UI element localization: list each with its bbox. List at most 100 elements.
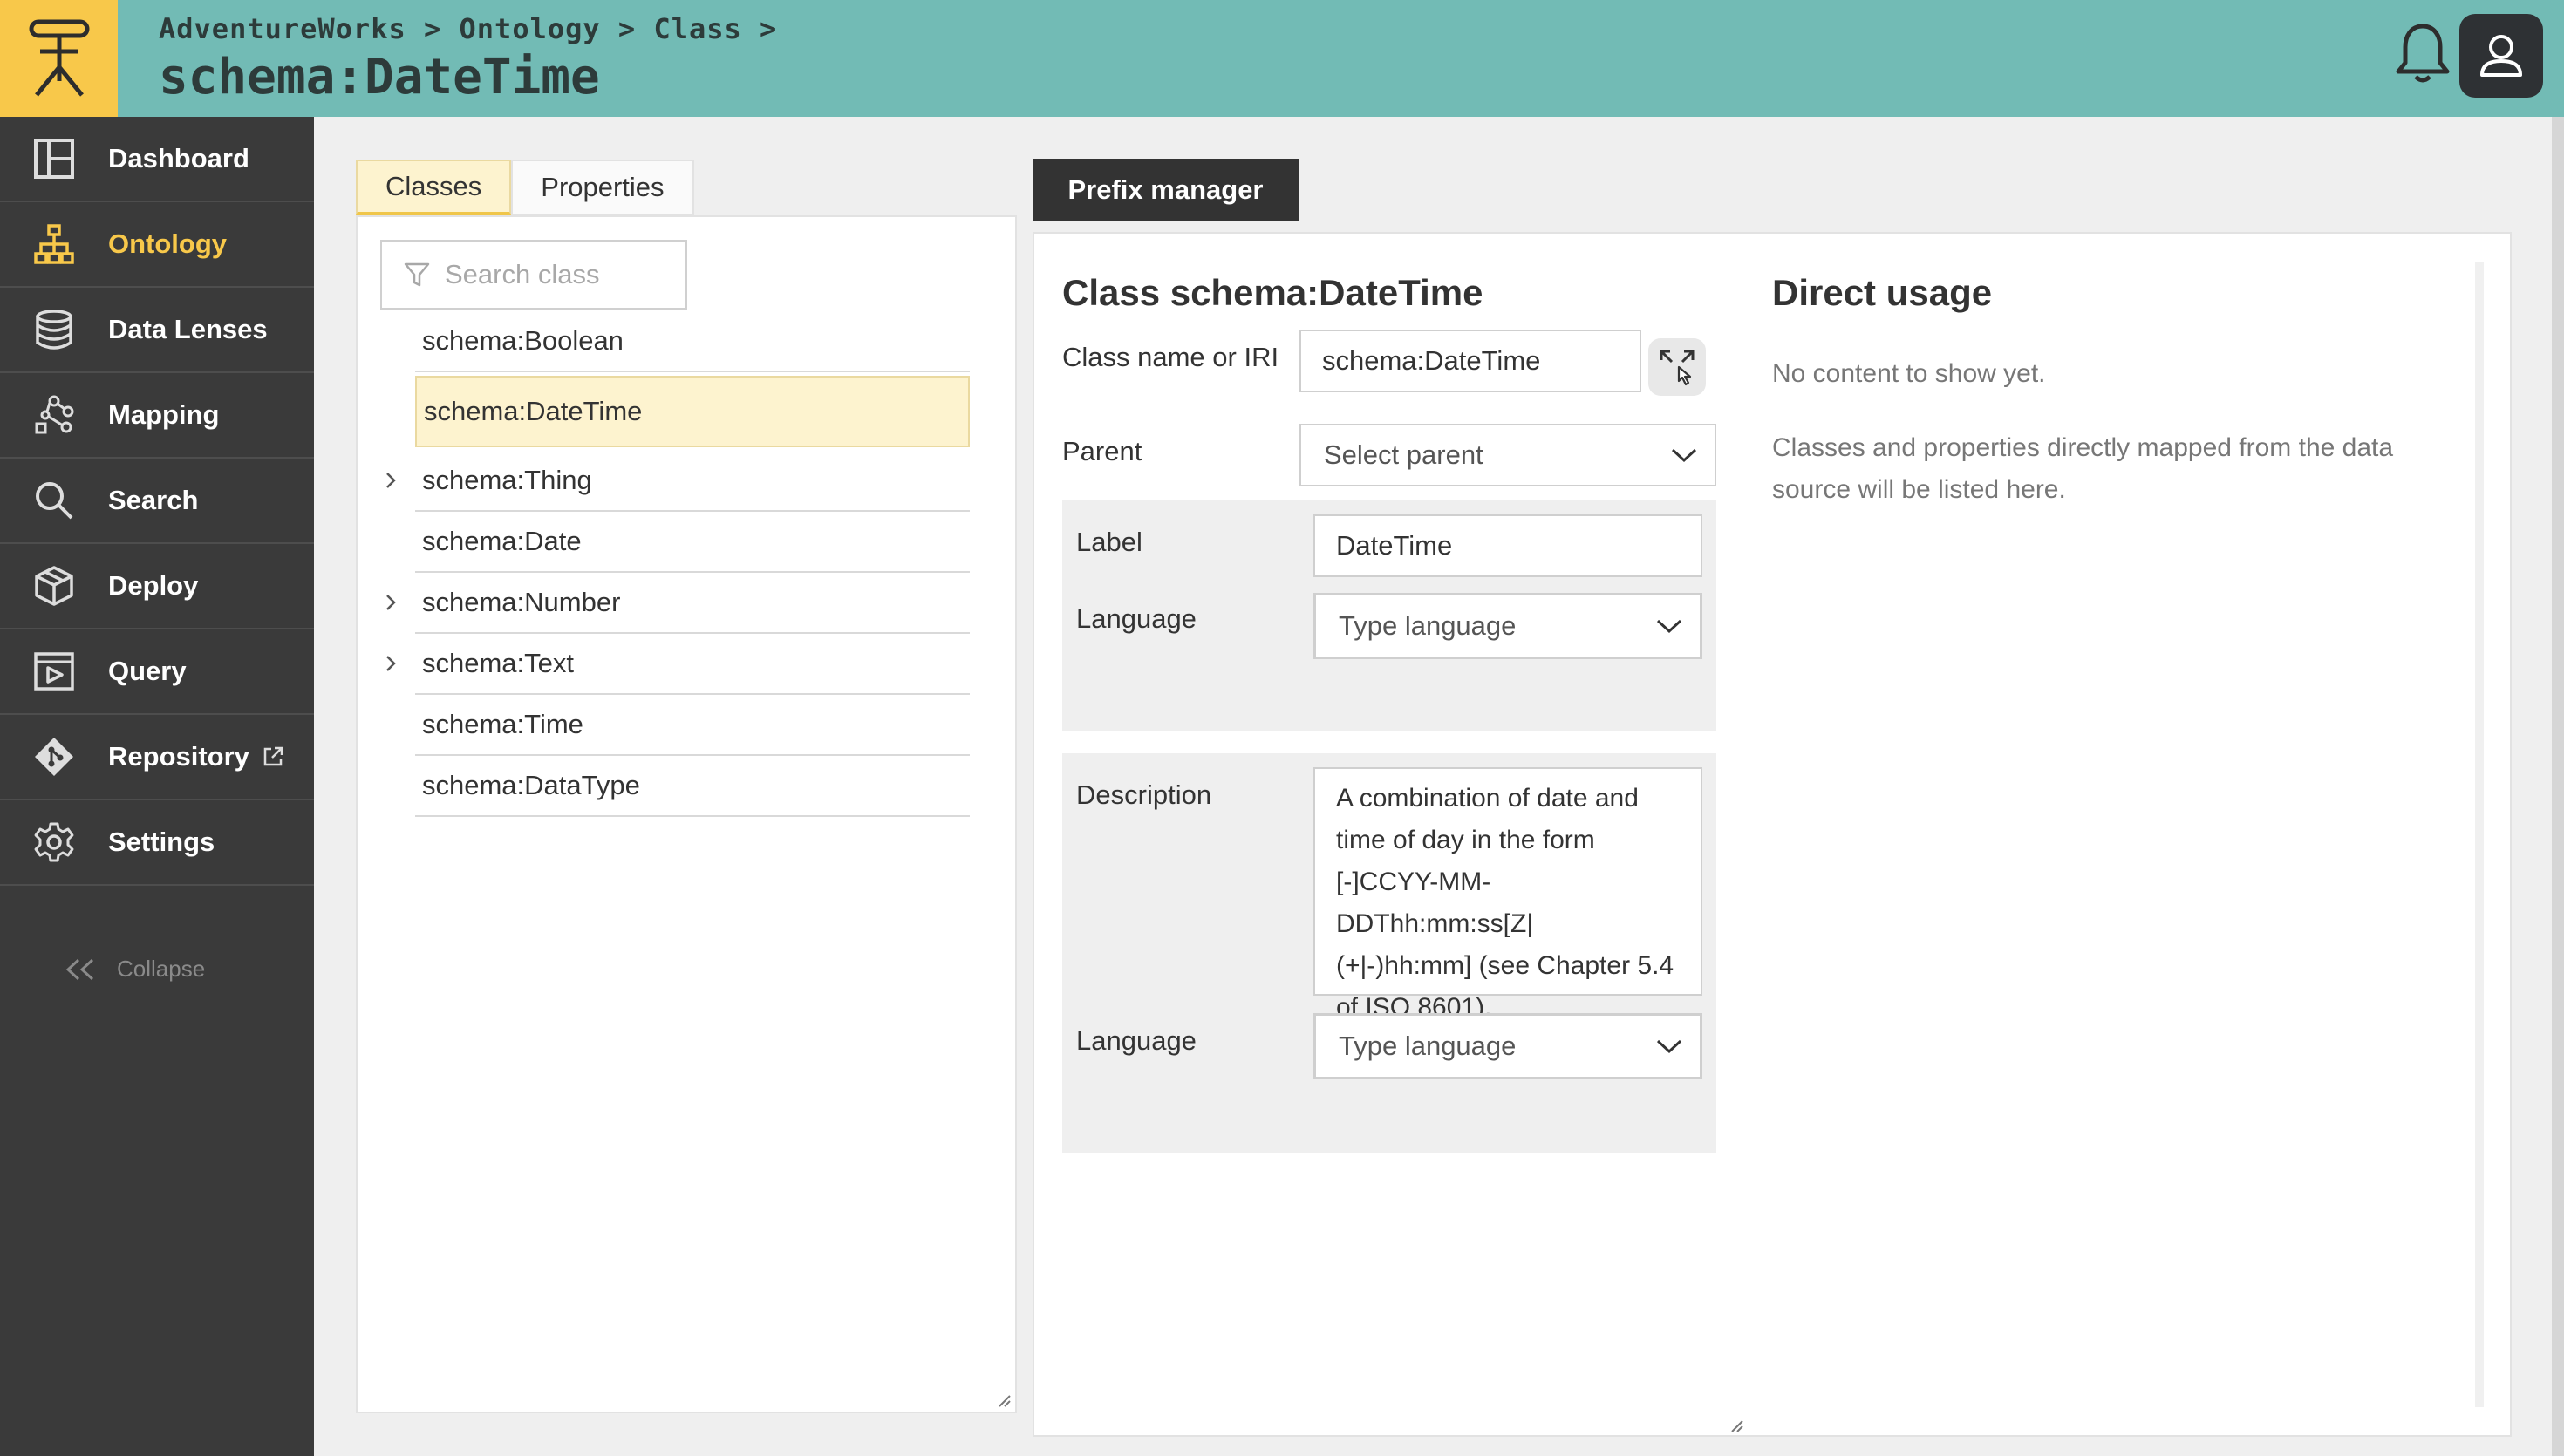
chevrons-left-icon bbox=[65, 958, 94, 980]
sidebar-item-label: Mapping bbox=[108, 399, 220, 430]
tab-properties[interactable]: Properties bbox=[511, 160, 694, 215]
chevron-right-icon[interactable] bbox=[380, 470, 401, 491]
description-language-label: Language bbox=[1076, 1025, 1197, 1056]
external-link-icon bbox=[263, 746, 283, 766]
search-class-input[interactable] bbox=[445, 259, 680, 290]
description-label: Description bbox=[1076, 779, 1212, 810]
sidebar-item-label: Deploy bbox=[108, 570, 199, 601]
bell-icon[interactable] bbox=[2393, 21, 2452, 85]
class-item-label: schema:Boolean bbox=[422, 325, 624, 356]
label-field-label: Label bbox=[1076, 527, 1142, 557]
sidebar-item-label: Query bbox=[108, 656, 187, 686]
entity-tabs: Classes Properties bbox=[356, 160, 694, 215]
breadcrumb-ontology[interactable]: Ontology bbox=[460, 12, 601, 45]
app-logo[interactable] bbox=[0, 0, 118, 117]
direct-usage-line: Classes and properties directly mapped f… bbox=[1772, 433, 2394, 462]
mapping-icon bbox=[31, 392, 77, 438]
sidebar-item-label: Repository bbox=[108, 741, 249, 772]
description-line: A combination of date and bbox=[1336, 784, 1639, 813]
prefix-manager-button[interactable]: Prefix manager bbox=[1033, 159, 1299, 221]
class-item-datetime[interactable]: schema:DateTime bbox=[415, 376, 970, 447]
logo-icon bbox=[29, 19, 89, 97]
chevron-right-icon[interactable] bbox=[380, 592, 401, 613]
parent-select-value: Select parent bbox=[1324, 439, 1483, 470]
description-line: time of day in the form bbox=[1336, 826, 1595, 854]
class-item-thing[interactable]: schema:Thing bbox=[386, 451, 970, 512]
sidebar-item-data-lenses[interactable]: Data Lenses bbox=[0, 288, 314, 373]
database-icon bbox=[31, 307, 77, 352]
filter-icon bbox=[404, 262, 430, 287]
label-group: Label DateTime Language Type language bbox=[1062, 500, 1716, 731]
sidebar-item-label: Dashboard bbox=[108, 143, 249, 173]
sidebar-item-repository[interactable]: Repository bbox=[0, 715, 314, 800]
class-item-label: schema:Text bbox=[422, 648, 575, 678]
class-item-label: schema:Thing bbox=[422, 465, 592, 495]
direct-usage-description: Classes and properties directly mapped f… bbox=[1772, 427, 2435, 511]
label-language-label: Language bbox=[1076, 603, 1197, 634]
class-item-time[interactable]: schema:Time bbox=[415, 695, 970, 756]
dashboard-icon bbox=[31, 136, 77, 181]
resize-handle-icon[interactable] bbox=[1727, 1416, 1744, 1433]
sidebar-item-settings[interactable]: Settings bbox=[0, 800, 314, 886]
class-item-label: schema:Number bbox=[422, 587, 621, 617]
tab-classes[interactable]: Classes bbox=[356, 160, 512, 215]
resize-handle-icon[interactable] bbox=[994, 1391, 1012, 1408]
collapse-button[interactable]: Collapse bbox=[63, 956, 205, 983]
page-scrollbar[interactable] bbox=[2552, 117, 2564, 1456]
class-item-label: schema:DateTime bbox=[424, 396, 643, 426]
class-item-label: schema:Time bbox=[422, 709, 583, 739]
description-group: Description A combination of date and ti… bbox=[1062, 753, 1716, 1153]
git-icon bbox=[31, 734, 77, 779]
class-item-datatype[interactable]: schema:DataType bbox=[415, 756, 970, 817]
breadcrumb-separator: > bbox=[760, 12, 778, 45]
parent-label: Parent bbox=[1062, 436, 1142, 466]
label-language-placeholder: Type language bbox=[1339, 610, 1517, 641]
chevron-down-icon bbox=[1656, 1039, 1682, 1054]
class-item-text[interactable]: schema:Text bbox=[386, 634, 970, 695]
class-item-boolean[interactable]: schema:Boolean bbox=[415, 311, 970, 372]
search-icon bbox=[31, 478, 77, 523]
sidebar-item-dashboard[interactable]: Dashboard bbox=[0, 117, 314, 202]
user-menu-button[interactable] bbox=[2459, 14, 2543, 98]
breadcrumb-project[interactable]: AdventureWorks bbox=[159, 12, 406, 45]
description-language-placeholder: Type language bbox=[1339, 1031, 1517, 1061]
sidebar-item-label: Ontology bbox=[108, 228, 228, 259]
collapse-label: Collapse bbox=[117, 956, 206, 982]
chevron-right-icon[interactable] bbox=[380, 653, 401, 674]
top-bar: AdventureWorks > Ontology > Class > sche… bbox=[0, 0, 2564, 117]
user-icon bbox=[2480, 35, 2522, 77]
class-item-number[interactable]: schema:Number bbox=[386, 573, 970, 634]
class-item-label: schema:DataType bbox=[422, 770, 640, 800]
expand-iri-button[interactable] bbox=[1648, 338, 1706, 396]
sidebar-item-ontology[interactable]: Ontology bbox=[0, 202, 314, 288]
label-input[interactable]: DateTime bbox=[1313, 514, 1702, 577]
sidebar-item-mapping[interactable]: Mapping bbox=[0, 373, 314, 459]
sidebar-item-deploy[interactable]: Deploy bbox=[0, 544, 314, 629]
sidebar-item-label: Search bbox=[108, 485, 199, 515]
breadcrumb-class[interactable]: Class bbox=[653, 12, 741, 45]
class-name-input[interactable]: schema:DateTime bbox=[1299, 330, 1641, 392]
parent-select[interactable]: Select parent bbox=[1299, 424, 1716, 486]
direct-usage-line: source will be listed here. bbox=[1772, 475, 2066, 504]
label-language-select[interactable]: Type language bbox=[1313, 593, 1702, 659]
direct-usage-empty: No content to show yet. bbox=[1772, 359, 2046, 388]
chevron-down-icon bbox=[1671, 448, 1697, 463]
detail-scrollbar[interactable] bbox=[2475, 262, 2484, 1407]
gear-icon bbox=[31, 820, 77, 865]
breadcrumb-separator: > bbox=[617, 12, 637, 45]
description-language-select[interactable]: Type language bbox=[1313, 1013, 1702, 1079]
form-title: Class schema:DateTime bbox=[1062, 272, 1483, 313]
class-item-date[interactable]: schema:Date bbox=[415, 512, 970, 573]
description-textarea[interactable]: A combination of date and time of day in… bbox=[1313, 767, 1702, 1022]
class-name-label: Class name or IRI bbox=[1062, 342, 1279, 372]
class-detail-panel: Class schema:DateTime Class name or IRI … bbox=[1033, 232, 2512, 1437]
description-line: (+|-)hh:mm] (see Chapter 5.4 bbox=[1336, 951, 1674, 980]
sidebar-item-search[interactable]: Search bbox=[0, 459, 314, 544]
class-search[interactable] bbox=[380, 240, 687, 310]
sidebar-item-query[interactable]: Query bbox=[0, 629, 314, 715]
page-title: schema:DateTime bbox=[159, 49, 600, 105]
direct-usage-title: Direct usage bbox=[1772, 272, 1993, 313]
class-list-panel: schema:Boolean schema:DateTime schema:Th… bbox=[356, 215, 1017, 1413]
ontology-icon bbox=[31, 221, 77, 267]
sidebar: Dashboard Ontology Data Lenses Mapping S… bbox=[0, 117, 314, 1456]
